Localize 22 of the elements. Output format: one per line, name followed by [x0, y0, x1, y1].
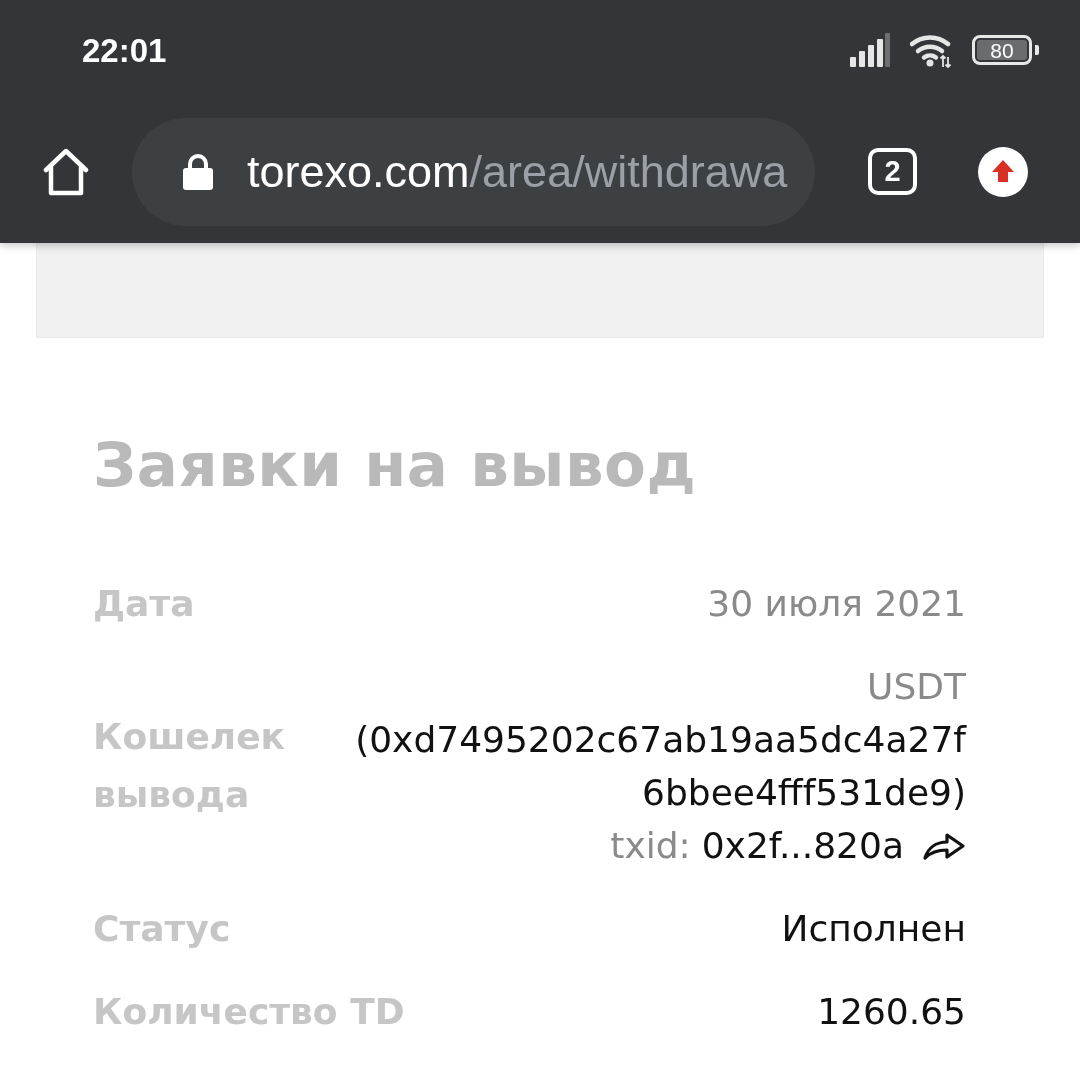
address-bar[interactable]: torexo.com/area/withdrawa: [132, 117, 815, 226]
signal-icon: [850, 33, 890, 67]
url-text: torexo.com/area/withdrawa: [247, 146, 788, 197]
amount-value: 1260.65: [817, 990, 966, 1035]
field-label: Кошелек вывода: [93, 715, 287, 818]
field-label: Статус: [93, 907, 231, 952]
txid-label: txid:: [610, 824, 691, 869]
wifi-icon: [910, 32, 952, 68]
currency-text: USDT: [867, 665, 966, 710]
field-label: Количество TD: [93, 990, 405, 1035]
date-value: 30 июля 2021: [707, 582, 966, 627]
txid-link[interactable]: 0x2f...820a: [701, 819, 904, 873]
share-arrow-icon[interactable]: [922, 830, 966, 861]
wallet-address-text: (0xd7495202c67ab19aa5dc4a27f: [355, 718, 966, 763]
field-label: Дата: [93, 582, 195, 627]
status-value: Исполнен: [781, 907, 966, 952]
wallet-address-text: 6bbee4fff531de9): [642, 771, 966, 816]
lock-icon: [183, 153, 213, 190]
home-icon[interactable]: [42, 147, 90, 196]
page-title: Заявки на вывод: [93, 428, 698, 502]
tab-count-button[interactable]: 2: [868, 148, 917, 195]
clock-time: 22:01: [82, 33, 167, 67]
